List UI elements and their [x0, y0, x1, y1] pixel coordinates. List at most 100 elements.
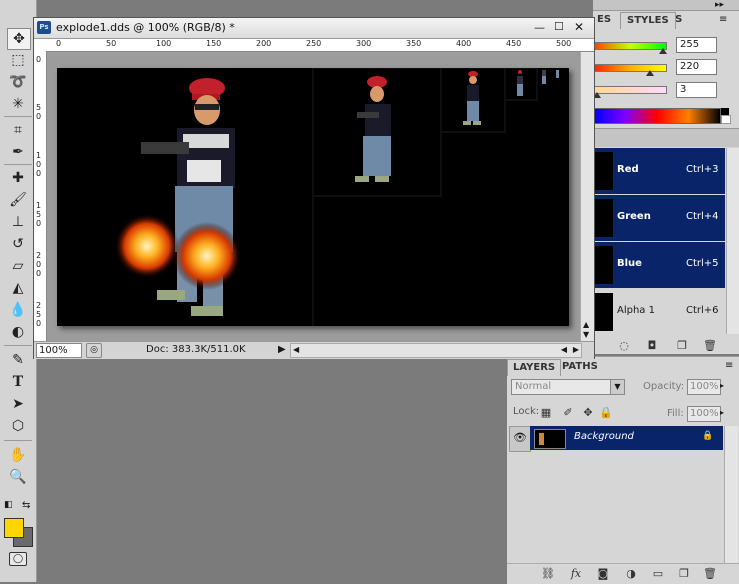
type-tool-icon[interactable]: T	[7, 372, 29, 392]
channel-thumbnail	[595, 152, 613, 190]
tools-panel: ✥ ⬚ ➰ ✳ ⌗ ✒ ✚ 🖌 ⊥ ↺ ▱ ◭ 💧 ◐ ✎ T ➤ ⬡ ✋ 🔍 …	[0, 0, 37, 582]
document-image[interactable]	[57, 68, 569, 326]
scroll-left-icon[interactable]: ◀	[561, 345, 567, 354]
document-status-bar: 100% ◎ Doc: 383.3K/511.0K ▶ ◀ ◀ ▶	[34, 341, 594, 359]
close-icon[interactable]: ✕	[574, 20, 584, 34]
color-spectrum[interactable]	[593, 108, 721, 124]
crop-tool-icon[interactable]: ⌗	[7, 120, 29, 140]
minimize-icon[interactable]: —	[534, 21, 545, 34]
tab-styles[interactable]: STYLES	[620, 12, 676, 29]
layers-scrollbar[interactable]	[724, 426, 738, 566]
eraser-tool-icon[interactable]: ▱	[7, 256, 29, 276]
blend-mode-select[interactable]: Normal ▼	[511, 379, 625, 395]
magic-wand-tool-icon[interactable]: ✳	[7, 94, 29, 114]
green-value-field[interactable]: 220	[676, 59, 717, 75]
collapse-icon[interactable]: ▸▸	[715, 0, 724, 10]
foreground-color-swatch[interactable]	[4, 518, 24, 538]
adjustment-layer-icon[interactable]: ◑	[624, 566, 638, 580]
red-slider-thumb[interactable]	[659, 48, 667, 54]
blend-mode-value: Normal	[515, 381, 552, 392]
load-selection-icon[interactable]: ◌	[617, 338, 631, 352]
opacity-field[interactable]: 100%	[687, 379, 721, 395]
zoom-field[interactable]: 100%	[36, 343, 82, 358]
path-selection-tool-icon[interactable]: ➤	[7, 394, 29, 414]
healing-brush-tool-icon[interactable]: ✚	[7, 168, 29, 188]
new-layer-icon[interactable]: ❐	[677, 566, 691, 580]
lock-image-pixels-icon[interactable]: ✐	[561, 405, 575, 419]
panel-menu-icon[interactable]: ≡	[725, 360, 733, 371]
layer-visibility-toggle[interactable]: 👁	[509, 426, 531, 452]
delete-channel-icon[interactable]: 🗑	[703, 338, 717, 352]
channel-row-blue[interactable]: Blue Ctrl+5	[593, 242, 725, 288]
green-slider-thumb[interactable]	[646, 70, 654, 76]
opacity-label: Opacity:	[643, 381, 685, 392]
eyedropper-tool-icon[interactable]: ✒	[7, 142, 29, 162]
status-options-icon[interactable]: ◎	[86, 343, 102, 358]
new-channel-icon[interactable]: ❐	[675, 338, 689, 352]
boy-figure-mini	[542, 70, 559, 84]
channel-shortcut: Ctrl+4	[686, 211, 719, 222]
ruler-tick: 350	[406, 39, 422, 48]
lock-position-icon[interactable]: ✥	[581, 405, 595, 419]
brush-tool-icon[interactable]: 🖌	[7, 190, 29, 210]
blue-slider[interactable]	[593, 86, 667, 94]
status-menu-arrow-icon[interactable]: ▶	[278, 344, 286, 355]
move-tool-icon[interactable]: ✥	[7, 28, 31, 50]
layer-row-background[interactable]: Background 🔒	[530, 426, 723, 450]
black-swatch[interactable]	[721, 108, 729, 115]
lock-all-icon[interactable]: 🔒	[599, 405, 613, 419]
red-value-field[interactable]: 255	[676, 37, 717, 53]
new-group-icon[interactable]: ▭	[651, 566, 665, 580]
tab-layers[interactable]: LAYERS	[507, 359, 562, 376]
zoom-tool-icon[interactable]: 🔍	[7, 467, 29, 487]
lasso-tool-icon[interactable]: ➰	[7, 72, 29, 92]
hand-tool-icon[interactable]: ✋	[7, 445, 29, 465]
tab-paths[interactable]: PATHS	[557, 359, 603, 375]
lock-label: Lock:	[513, 406, 540, 417]
blue-value-field[interactable]: 3	[676, 82, 717, 98]
channels-scrollbar[interactable]	[726, 148, 739, 334]
lock-transparent-pixels-icon[interactable]: ▦	[539, 405, 553, 419]
clone-stamp-tool-icon[interactable]: ⊥	[7, 212, 29, 232]
document-titlebar[interactable]: Ps explode1.dds @ 100% (RGB/8) * — ☐ ✕	[34, 18, 594, 39]
document-vertical-scrollbar[interactable]: ▲ ▼	[580, 52, 594, 341]
fill-field[interactable]: 100%	[687, 406, 721, 422]
channel-row-green[interactable]: Green Ctrl+4	[593, 195, 725, 241]
ruler-tick: 450	[506, 39, 522, 48]
boy-figure-small	[463, 71, 481, 125]
green-slider[interactable]	[593, 64, 667, 72]
red-slider[interactable]	[593, 42, 667, 50]
white-swatch[interactable]	[721, 115, 731, 124]
scroll-up-icon[interactable]: ▲	[583, 320, 589, 329]
swap-colors-icon[interactable]: ⇆	[22, 500, 30, 511]
add-mask-icon[interactable]: ◙	[596, 566, 610, 580]
history-brush-tool-icon[interactable]: ↺	[7, 234, 29, 254]
save-selection-icon[interactable]: ◘	[645, 338, 659, 352]
scroll-right-icon[interactable]: ▶	[573, 345, 579, 354]
scroll-left-icon[interactable]: ◀	[293, 345, 299, 354]
link-layers-icon[interactable]: ⛓	[541, 566, 555, 580]
app-badge: Ps	[37, 21, 51, 34]
panel-menu-icon[interactable]: ≡	[719, 14, 727, 25]
channel-row-alpha-1[interactable]: Alpha 1 Ctrl+6	[593, 289, 725, 335]
maximize-icon[interactable]: ☐	[554, 20, 564, 33]
pen-tool-icon[interactable]: ✎	[7, 350, 29, 370]
shape-tool-icon[interactable]: ⬡	[7, 416, 29, 436]
dodge-tool-icon[interactable]: ◐	[7, 322, 29, 342]
ruler-tick: 0	[56, 39, 62, 48]
paint-bucket-tool-icon[interactable]: ◭	[7, 278, 29, 298]
fill-arrow-icon[interactable]: ▸	[720, 408, 724, 417]
quick-mask-icon[interactable]: ◯	[9, 552, 27, 566]
scroll-down-icon[interactable]: ▼	[583, 330, 589, 339]
marquee-tool-icon[interactable]: ⬚	[7, 50, 29, 70]
channel-name: Red	[617, 164, 639, 175]
delete-layer-icon[interactable]: 🗑	[703, 566, 717, 580]
canvas-area[interactable]	[47, 52, 580, 342]
channel-row-red[interactable]: Red Ctrl+3	[593, 148, 725, 194]
opacity-arrow-icon[interactable]: ▸	[720, 381, 724, 390]
document-horizontal-scrollbar[interactable]: ◀ ◀ ▶	[290, 343, 582, 358]
layer-style-icon[interactable]: fx	[569, 566, 583, 580]
blur-tool-icon[interactable]: 💧	[7, 300, 29, 320]
default-colors-icon[interactable]: ◧	[4, 500, 13, 510]
document-title: explode1.dds @ 100% (RGB/8) *	[56, 21, 235, 34]
